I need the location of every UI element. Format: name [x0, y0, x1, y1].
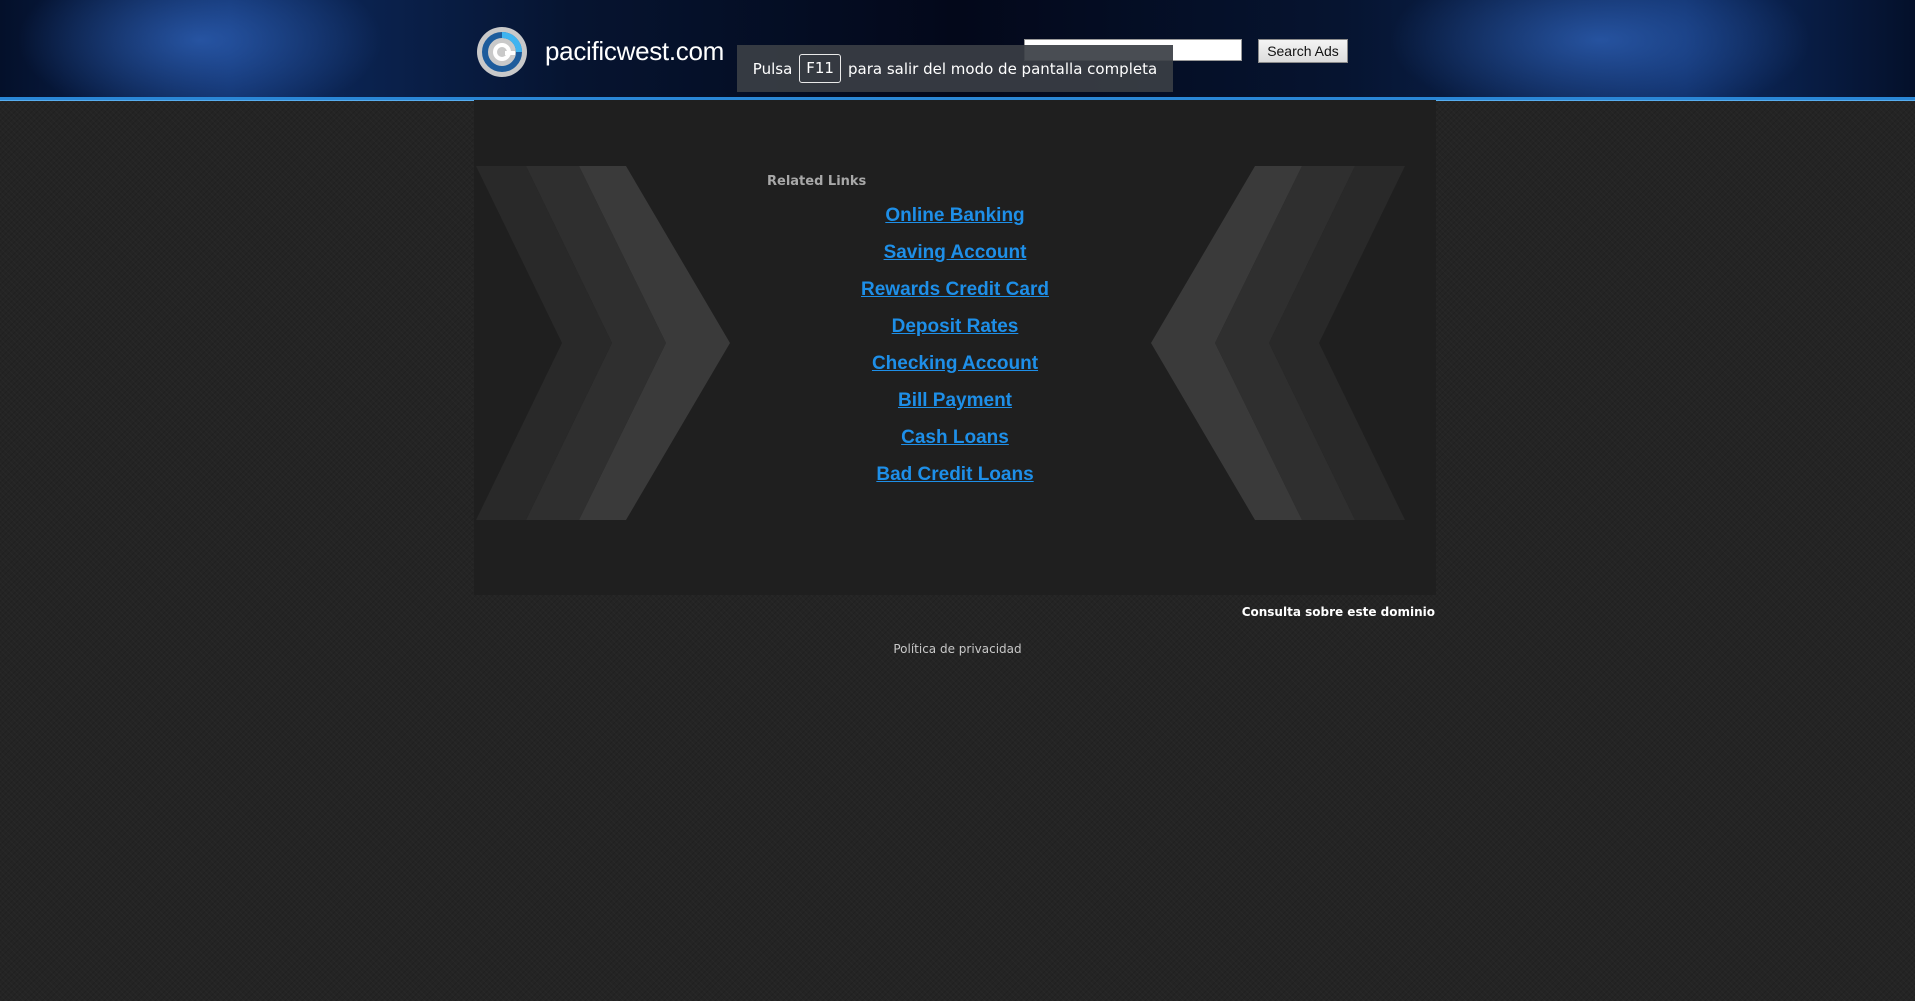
related-links-list: Online Banking Saving Account Rewards Cr…	[755, 203, 1155, 499]
fullscreen-notice-suffix: para salir del modo de pantalla completa	[847, 59, 1158, 78]
related-links-heading: Related Links	[767, 174, 867, 189]
f11-key-badge: F11	[799, 54, 841, 83]
privacy-footer: Política de privacidad	[0, 642, 1915, 656]
list-item: Rewards Credit Card	[755, 277, 1155, 314]
left-chevrons-decoration	[476, 166, 730, 520]
list-item: Saving Account	[755, 240, 1155, 277]
link-deposit-rates[interactable]: Deposit Rates	[892, 316, 1019, 337]
list-item: Online Banking	[755, 203, 1155, 240]
link-bill-payment[interactable]: Bill Payment	[898, 390, 1012, 411]
link-rewards-credit-card[interactable]: Rewards Credit Card	[861, 279, 1049, 300]
site-logo-icon	[477, 27, 527, 77]
link-online-banking[interactable]: Online Banking	[885, 205, 1024, 226]
search-ads-button[interactable]: Search Ads	[1258, 39, 1348, 63]
link-checking-account[interactable]: Checking Account	[872, 353, 1038, 374]
link-saving-account[interactable]: Saving Account	[884, 242, 1027, 263]
domain-inquiry-link[interactable]: Consulta sobre este dominio	[1242, 605, 1435, 619]
link-cash-loans[interactable]: Cash Loans	[901, 427, 1009, 448]
fullscreen-exit-notice: Pulsa F11 para salir del modo de pantall…	[737, 45, 1173, 92]
list-item: Bad Credit Loans	[755, 462, 1155, 499]
privacy-policy-link[interactable]: Política de privacidad	[893, 642, 1021, 656]
fullscreen-notice-prefix: Pulsa	[752, 59, 793, 78]
link-bad-credit-loans[interactable]: Bad Credit Loans	[876, 464, 1033, 485]
site-name[interactable]: pacificwest.com	[545, 36, 724, 67]
list-item: Checking Account	[755, 351, 1155, 388]
list-item: Deposit Rates	[755, 314, 1155, 351]
list-item: Bill Payment	[755, 388, 1155, 425]
list-item: Cash Loans	[755, 425, 1155, 462]
right-chevrons-decoration	[1151, 166, 1405, 520]
